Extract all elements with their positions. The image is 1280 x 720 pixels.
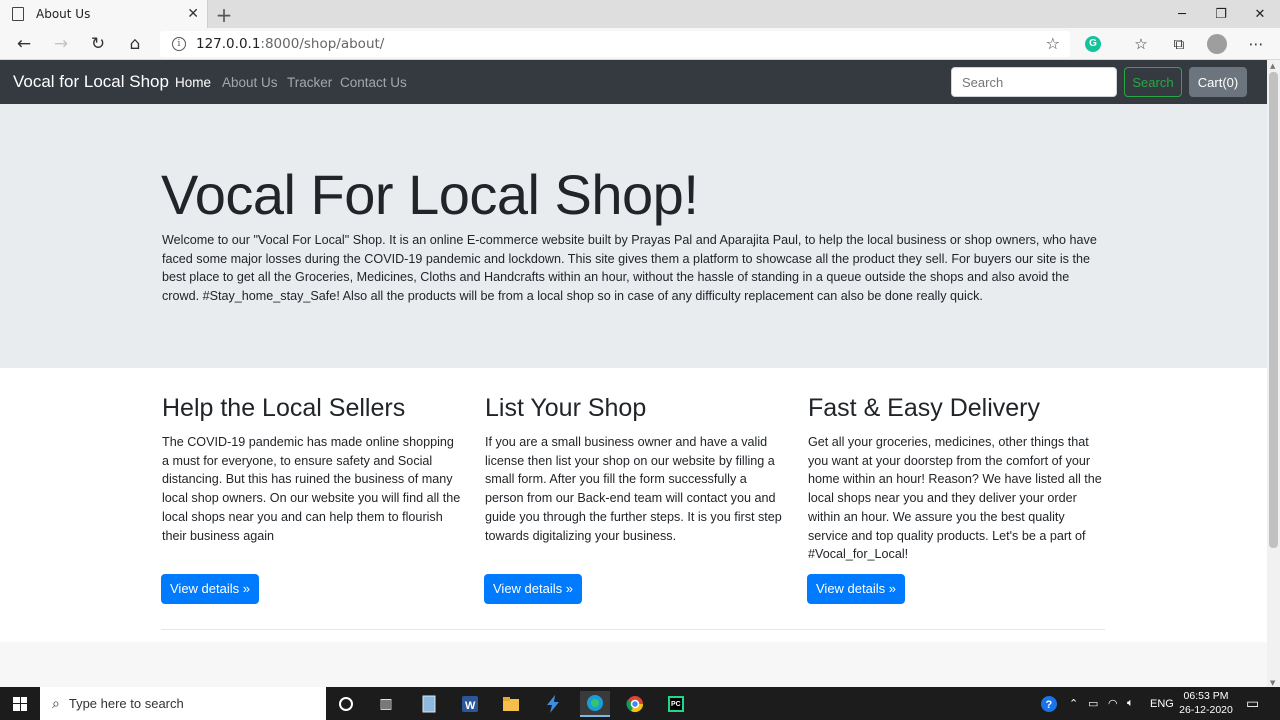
back-icon[interactable]: ← <box>11 33 37 55</box>
windows-logo-icon <box>13 696 27 711</box>
volume-icon[interactable]: 🔈︎ <box>1127 687 1134 720</box>
nav-link-tracker[interactable]: Tracker <box>287 75 332 90</box>
notepad-app-icon[interactable] <box>416 691 442 717</box>
search-icon: ⌕ <box>52 695 60 711</box>
feature-text: If you are a small business owner and ha… <box>485 435 782 543</box>
feature-heading: Help the Local Sellers <box>162 394 406 422</box>
page-viewport: Vocal for Local Shop Home About Us Track… <box>0 60 1267 687</box>
forward-icon[interactable]: → <box>48 33 74 55</box>
nav-link-contact[interactable]: Contact Us <box>340 75 407 90</box>
close-tab-icon[interactable]: ✕ <box>187 6 199 22</box>
browser-tab[interactable]: About Us ✕ <box>0 0 208 28</box>
home-icon[interactable]: ⌂ <box>122 33 148 55</box>
new-tab-icon[interactable]: + <box>214 3 234 27</box>
nav-link-home[interactable]: Home <box>175 75 211 90</box>
restore-icon[interactable]: ❐ <box>1202 0 1240 28</box>
collections-icon[interactable]: ⧉ <box>1169 34 1189 54</box>
url-host: 127.0.0.1 <box>196 36 261 52</box>
scroll-down-icon[interactable]: ▼ <box>1270 679 1275 687</box>
wifi-icon[interactable]: ◠ <box>1108 687 1118 720</box>
feature-column-delivery: Fast & Easy Delivery Get all your grocer… <box>808 394 1108 564</box>
taskbar-search-placeholder: Type here to search <box>68 696 184 711</box>
pycharm-app-icon[interactable]: PC <box>663 691 689 717</box>
word-app-icon[interactable]: W <box>457 691 483 717</box>
favorite-star-icon[interactable]: ☆ <box>1046 34 1060 53</box>
battery-icon[interactable]: ▭ <box>1088 687 1098 720</box>
help-tray-icon[interactable]: ? <box>1040 687 1058 720</box>
scroll-up-icon[interactable]: ▲ <box>1270 62 1275 70</box>
url-bar[interactable]: i 127.0.0.1:8000/shop/about/ ☆ <box>160 31 1070 57</box>
view-details-button[interactable]: View details » <box>807 574 905 604</box>
feature-column-list-shop: List Your Shop If you are a small busine… <box>485 394 785 545</box>
page-scrollbar[interactable]: ▲ ▼ <box>1267 60 1280 687</box>
site-brand[interactable]: Vocal for Local Shop <box>13 72 169 92</box>
info-icon[interactable]: i <box>172 37 186 51</box>
notifications-icon[interactable]: ▭ <box>1246 687 1259 720</box>
search-input[interactable] <box>951 67 1117 97</box>
windows-taskbar: ⌕ Type here to search ▥ W PC ? ⌃ ▭ ◠ 🔈︎ … <box>0 687 1280 720</box>
jumbotron: Vocal For Local Shop! Welcome to our "Vo… <box>0 104 1267 368</box>
more-menu-icon[interactable]: ⋯ <box>1246 34 1266 54</box>
feature-column-sellers: Help the Local Sellers The COVID-19 pand… <box>162 394 462 545</box>
view-details-button[interactable]: View details » <box>484 574 582 604</box>
clock-time: 06:53 PM <box>1183 690 1229 702</box>
document-icon <box>12 7 24 21</box>
search-button[interactable]: Search <box>1124 67 1182 97</box>
page-title: Vocal For Local Shop! <box>161 163 699 226</box>
edge-browser-icon[interactable] <box>580 691 610 717</box>
view-details-button[interactable]: View details » <box>161 574 259 604</box>
profile-avatar[interactable] <box>1207 34 1227 54</box>
section-divider <box>161 629 1105 630</box>
svg-text:PC: PC <box>671 701 681 708</box>
refresh-icon[interactable]: ↻ <box>85 33 111 55</box>
chrome-browser-icon[interactable] <box>622 691 648 717</box>
minimize-icon[interactable]: ─ <box>1163 0 1201 28</box>
feature-heading: List Your Shop <box>485 394 647 422</box>
clock-date: 26-12-2020 <box>1179 704 1233 716</box>
url-path: :8000/shop/about/ <box>260 36 385 52</box>
show-hidden-icons-chevron-icon[interactable]: ⌃ <box>1069 687 1078 720</box>
grammarly-extension-icon[interactable]: G <box>1083 34 1103 54</box>
task-view-icon[interactable]: ▥ <box>373 691 399 717</box>
close-window-icon[interactable]: ✕ <box>1241 0 1279 28</box>
file-explorer-icon[interactable] <box>498 691 524 717</box>
svg-text:W: W <box>465 700 476 712</box>
intro-text: Welcome to our "Vocal For Local" Shop. I… <box>162 233 1097 303</box>
footer-area <box>0 642 1267 687</box>
favorites-icon[interactable]: ☆ <box>1131 34 1151 54</box>
cortana-icon[interactable] <box>333 691 359 717</box>
cart-button[interactable]: Cart(0) <box>1189 67 1247 97</box>
feature-text: The COVID-19 pandemic has made online sh… <box>162 435 461 543</box>
svg-text:?: ? <box>1046 699 1053 711</box>
language-indicator[interactable]: ENG <box>1150 687 1174 720</box>
lightning-app-icon[interactable] <box>540 691 566 717</box>
feature-text: Get all your groceries, medicines, other… <box>808 435 1102 562</box>
nav-link-about[interactable]: About Us <box>222 75 278 90</box>
browser-tabstrip: About Us ✕ + ─ ❐ ✕ <box>0 0 1280 28</box>
scrollbar-thumb[interactable] <box>1269 72 1278 548</box>
tab-title: About Us <box>36 7 91 21</box>
feature-heading: Fast & Easy Delivery <box>808 394 1041 422</box>
start-button[interactable] <box>0 687 40 720</box>
taskbar-search-box[interactable]: ⌕ Type here to search <box>40 687 326 720</box>
site-navbar: Vocal for Local Shop Home About Us Track… <box>0 60 1267 104</box>
taskbar-clock[interactable]: 06:53 PM 26-12-2020 <box>1178 689 1234 717</box>
address-bar-row: ← → ↻ ⌂ i 127.0.0.1:8000/shop/about/ ☆ G… <box>0 28 1280 60</box>
